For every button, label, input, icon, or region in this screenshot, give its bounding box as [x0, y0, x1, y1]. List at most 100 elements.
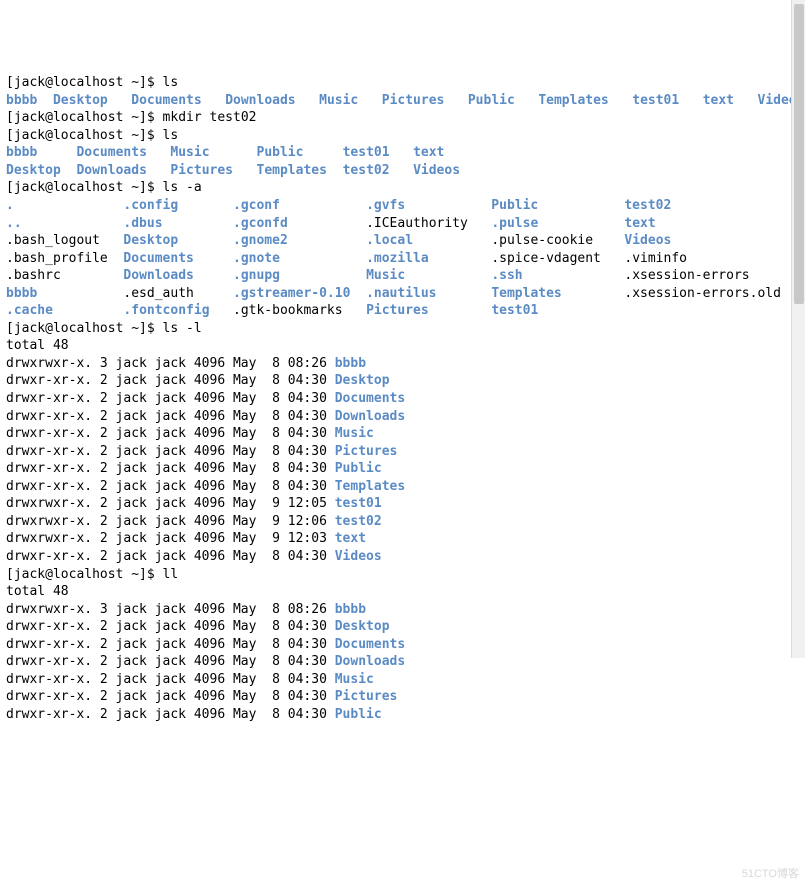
ls-output-row: bbbb Desktop Documents Downloads Music P… [6, 92, 799, 110]
command-lsl: ls -l [163, 321, 202, 336]
directory-entry: Downloads [335, 654, 405, 669]
file-entry: .esd_auth [123, 286, 193, 301]
terminal-output[interactable]: [jack@localhost ~]$ lsbbbb Desktop Docum… [6, 74, 799, 723]
directory-entry: Public [335, 461, 382, 476]
directory-entry: Pictures [170, 163, 233, 178]
ls-output-row: . .config .gconf .gvfs Public test02 [6, 197, 799, 215]
directory-entry: Templates [491, 286, 561, 301]
ls-long-row: drwxr-xr-x. 2 jack jack 4096 May 8 04:30… [6, 460, 799, 478]
ls-output-row: Desktop Downloads Pictures Templates tes… [6, 162, 799, 180]
directory-entry: Documents [123, 251, 193, 266]
ls-output-row: .. .dbus .gconfd .ICEauthority .pulse te… [6, 215, 799, 233]
directory-entry: Pictures [382, 93, 445, 108]
prompt-line: [jack@localhost ~]$ ll [6, 566, 799, 584]
ls-long-row: drwxr-xr-x. 2 jack jack 4096 May 8 04:30… [6, 636, 799, 654]
directory-entry: bbbb [6, 93, 37, 108]
directory-entry: test01 [491, 303, 538, 318]
directory-entry: Downloads [123, 268, 193, 283]
prompt-line: [jack@localhost ~]$ ls -a [6, 179, 799, 197]
ls-long-row: drwxr-xr-x. 2 jack jack 4096 May 8 04:30… [6, 618, 799, 636]
directory-entry: Public [257, 145, 304, 160]
file-entry: .pulse-cookie [491, 233, 593, 248]
directory-entry: text [703, 93, 734, 108]
directory-entry: bbbb [6, 286, 37, 301]
ls-output-row: bbbb Documents Music Public test01 text [6, 144, 799, 162]
directory-entry: test01 [632, 93, 679, 108]
directory-entry: Templates [538, 93, 608, 108]
directory-entry: Documents [335, 637, 405, 652]
directory-entry: Videos [624, 233, 671, 248]
file-entry: .ICEauthority [366, 216, 468, 231]
ls-long-row: drwxr-xr-x. 2 jack jack 4096 May 8 04:30… [6, 653, 799, 671]
directory-entry: Desktop [123, 233, 178, 248]
directory-entry: Videos [413, 163, 460, 178]
directory-entry: Videos [335, 549, 382, 564]
prompt-line: [jack@localhost ~]$ ls -l [6, 320, 799, 338]
directory-entry: Music [335, 426, 374, 441]
file-entry: .xsession-errors.old [624, 286, 781, 301]
scrollbar[interactable] [791, 0, 805, 658]
ls-output-row: bbbb .esd_auth .gstreamer-0.10 .nautilus… [6, 285, 799, 303]
command-ll: ll [163, 567, 179, 582]
directory-entry: .fontconfig [123, 303, 209, 318]
directory-entry: bbbb [335, 602, 366, 617]
ls-long-row: drwxrwxr-x. 2 jack jack 4096 May 9 12:06… [6, 513, 799, 531]
ls-long-row: drwxr-xr-x. 2 jack jack 4096 May 8 04:30… [6, 443, 799, 461]
ls-long-row: drwxr-xr-x. 2 jack jack 4096 May 8 04:30… [6, 478, 799, 496]
directory-entry: Public [491, 198, 538, 213]
ls-long-row: drwxr-xr-x. 2 jack jack 4096 May 8 04:30… [6, 372, 799, 390]
ls-long-row: drwxr-xr-x. 2 jack jack 4096 May 8 04:30… [6, 390, 799, 408]
file-entry: .xsession-errors [624, 268, 749, 283]
prompt-line: [jack@localhost ~]$ mkdir test02 [6, 109, 799, 127]
directory-entry: Desktop [335, 619, 390, 634]
directory-entry: Downloads [225, 93, 295, 108]
ls-long-row: drwxr-xr-x. 2 jack jack 4096 May 8 04:30… [6, 688, 799, 706]
directory-entry: .gnome2 [233, 233, 288, 248]
directory-entry: Desktop [53, 93, 108, 108]
directory-entry: .gstreamer-0.10 [233, 286, 350, 301]
directory-entry: test01 [335, 496, 382, 511]
directory-entry: Music [366, 268, 405, 283]
total-line: total 48 [6, 583, 799, 601]
directory-entry: .dbus [123, 216, 162, 231]
directory-entry: .config [123, 198, 178, 213]
file-entry: .viminfo [624, 251, 687, 266]
directory-entry: test02 [624, 198, 671, 213]
directory-entry: Templates [257, 163, 327, 178]
directory-entry: Downloads [335, 409, 405, 424]
directory-entry: .pulse [491, 216, 538, 231]
directory-entry: Public [335, 707, 382, 722]
directory-entry: Pictures [335, 689, 398, 704]
file-entry: .bashrc [6, 268, 61, 283]
directory-entry: .local [366, 233, 413, 248]
directory-entry: .gconfd [233, 216, 288, 231]
ls-long-row: drwxrwxr-x. 3 jack jack 4096 May 8 08:26… [6, 601, 799, 619]
command-lsa: ls -a [163, 180, 202, 195]
ls-long-row: drwxrwxr-x. 3 jack jack 4096 May 8 08:26… [6, 355, 799, 373]
directory-entry: text [624, 216, 655, 231]
directory-entry: .ssh [491, 268, 522, 283]
directory-entry: Documents [335, 391, 405, 406]
ls-output-row: .bash_logout Desktop .gnome2 .local .pul… [6, 232, 799, 250]
directory-entry: .. [6, 216, 22, 231]
directory-entry: .gvfs [366, 198, 405, 213]
directory-entry: .cache [6, 303, 53, 318]
watermark: 51CTO博客 [742, 867, 799, 882]
directory-entry: test02 [343, 163, 390, 178]
directory-entry: .nautilus [366, 286, 436, 301]
scroll-thumb[interactable] [794, 4, 804, 304]
directory-entry: .mozilla [366, 251, 429, 266]
directory-entry: .gconf [233, 198, 280, 213]
command-ls: ls [163, 75, 179, 90]
directory-entry: Downloads [76, 163, 146, 178]
directory-entry: .gnote [233, 251, 280, 266]
ls-long-row: drwxrwxr-x. 2 jack jack 4096 May 9 12:05… [6, 495, 799, 513]
command-mkdir: mkdir test02 [163, 110, 257, 125]
directory-entry: Templates [335, 479, 405, 494]
directory-entry: . [6, 198, 14, 213]
directory-entry: Music [335, 672, 374, 687]
total-line: total 48 [6, 337, 799, 355]
directory-entry: Desktop [6, 163, 61, 178]
directory-entry: test02 [335, 514, 382, 529]
directory-entry: Documents [131, 93, 201, 108]
